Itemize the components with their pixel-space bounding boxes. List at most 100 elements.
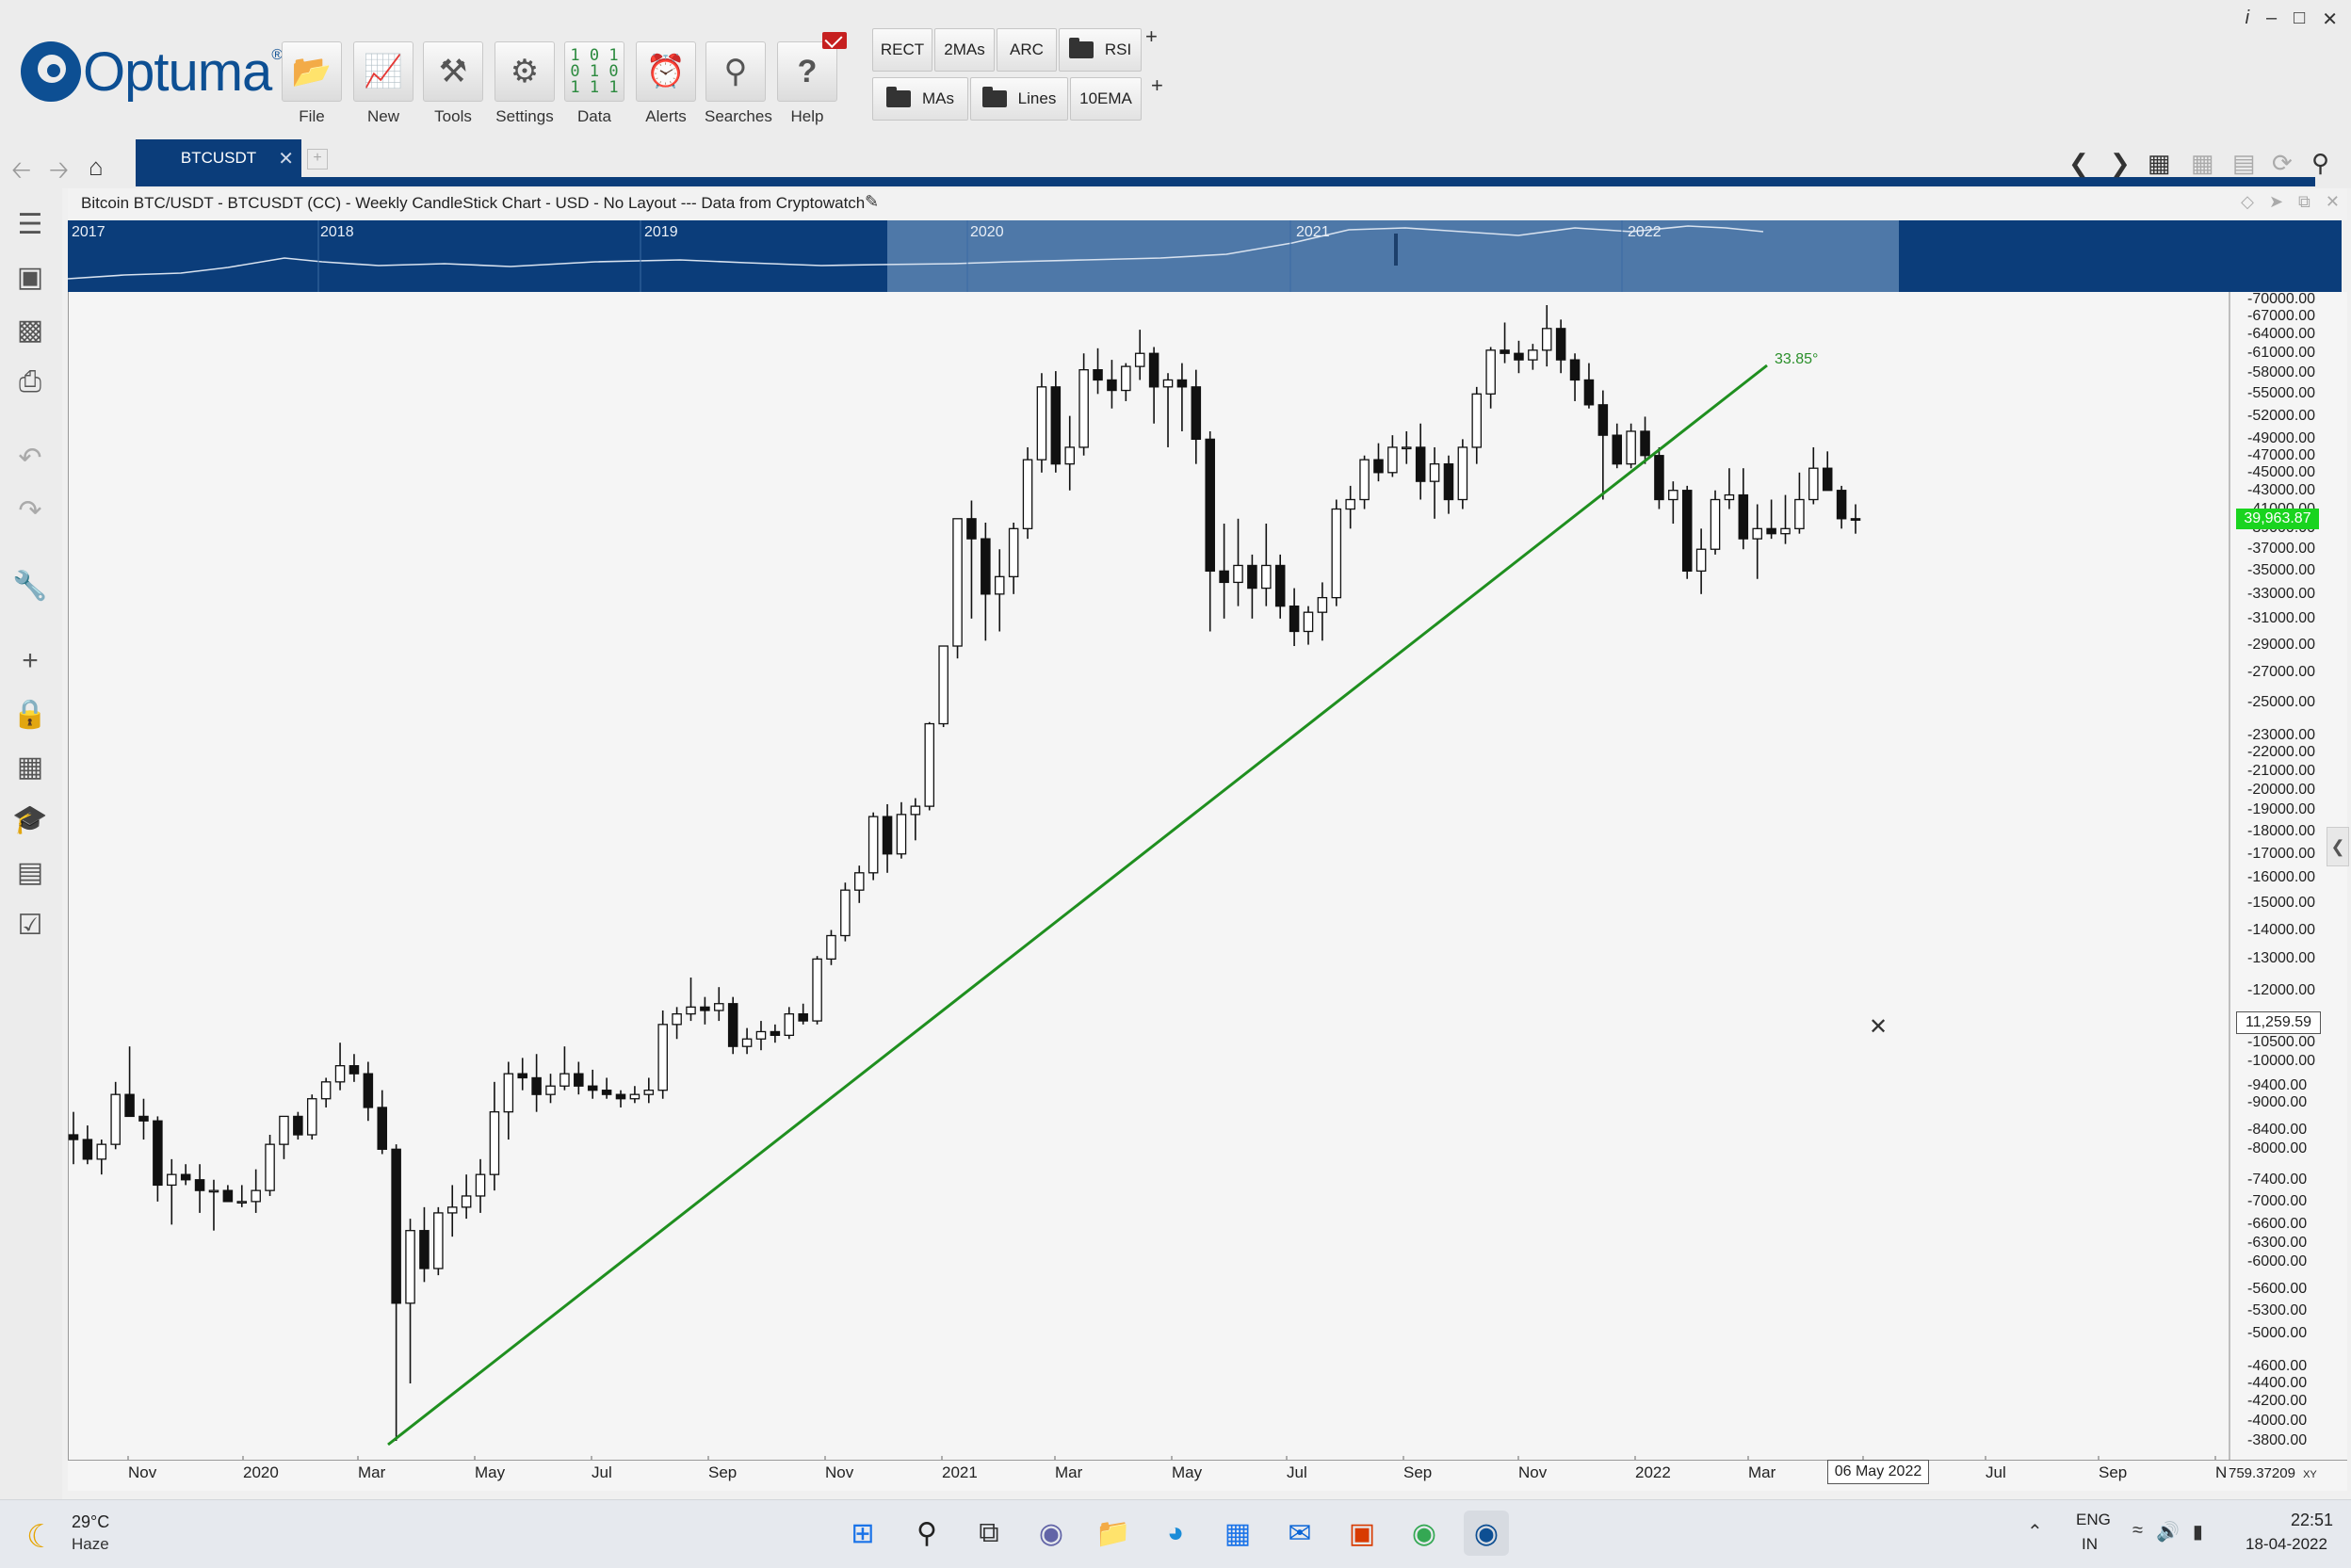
candle xyxy=(1738,468,1749,550)
checklist-icon[interactable]: ☑ xyxy=(9,904,51,946)
workspace-rsi-button[interactable]: RSI xyxy=(1059,28,1142,72)
candle xyxy=(306,1094,317,1140)
help-button[interactable]: ? Help xyxy=(776,41,838,130)
workspace-lines-label: Lines xyxy=(1017,89,1057,107)
searches-button[interactable]: ⚲ Searches xyxy=(705,41,772,130)
redo-icon[interactable]: ↷ xyxy=(9,490,51,531)
date-tick-label: 2020 xyxy=(243,1463,279,1481)
refresh-icon[interactable]: ⟳ xyxy=(2272,149,2293,178)
file-explorer-icon[interactable]: 📁 xyxy=(1091,1511,1136,1556)
candle-body-down xyxy=(180,1173,191,1181)
pages-icon[interactable]: ▤ xyxy=(2232,149,2256,178)
settings-button[interactable]: ⚙ Settings xyxy=(494,41,556,130)
notification-mail-icon[interactable] xyxy=(822,32,847,49)
restore-icon[interactable]: ⧉ xyxy=(2298,192,2310,212)
zoom-search-icon[interactable]: ⚲ xyxy=(2311,149,2329,178)
edge-browser-icon[interactable]: ◕ xyxy=(1153,1511,1198,1556)
candle xyxy=(1415,423,1426,500)
wifi-icon[interactable]: ≈ xyxy=(2132,1520,2143,1544)
candle xyxy=(1555,319,1566,374)
chevron-right-icon[interactable]: ❯ xyxy=(2110,149,2131,178)
candle-body-down xyxy=(1274,564,1286,607)
candle-body-down xyxy=(700,1006,710,1011)
folder-icon xyxy=(1068,38,1094,58)
grid-icon[interactable]: ▦ xyxy=(2191,149,2214,178)
workspace-mas-button[interactable]: MAs xyxy=(872,77,968,121)
moon-icon[interactable]: ☾ xyxy=(26,1518,55,1556)
windows-start-icon[interactable]: ⊞ xyxy=(840,1511,885,1556)
alerts-button[interactable]: ⏰ Alerts xyxy=(635,41,697,130)
candle xyxy=(96,1140,107,1175)
home-icon[interactable]: ⌂ xyxy=(89,153,104,182)
candle-body-up xyxy=(1331,508,1342,599)
plus-icon[interactable]: + xyxy=(9,640,51,682)
battery-icon[interactable]: ▮ xyxy=(2193,1520,2203,1544)
workspace-10ema-button[interactable]: 10EMA xyxy=(1070,77,1142,121)
candle xyxy=(1822,451,1833,492)
print-icon[interactable]: ⎙ xyxy=(9,362,51,403)
tray-overflow-icon[interactable]: ⌃ xyxy=(2027,1520,2043,1544)
save-icon[interactable]: ▩ xyxy=(9,309,51,350)
diamond-icon[interactable]: ◇ xyxy=(2241,192,2254,212)
candle-body-down xyxy=(1107,379,1117,392)
tools-button[interactable]: ⚒ Tools xyxy=(422,41,484,130)
candle-body-down xyxy=(1640,430,1650,457)
chevron-left-icon[interactable]: ❮ xyxy=(2068,149,2089,178)
minimize-button[interactable]: – xyxy=(2266,8,2277,31)
add-workspace-row1-button[interactable]: + xyxy=(1145,24,1158,49)
office-icon[interactable]: ▣ xyxy=(1339,1511,1385,1556)
clock-time[interactable]: 22:51 xyxy=(2291,1511,2333,1530)
chrome-icon[interactable]: ◉ xyxy=(1402,1511,1447,1556)
side-panel-toggle-icon[interactable]: ❮ xyxy=(2327,827,2349,866)
input-language[interactable]: ENG xyxy=(2076,1511,2111,1529)
undo-icon[interactable]: ↶ xyxy=(9,437,51,478)
xy-toggle[interactable]: XY xyxy=(2303,1469,2317,1480)
overview-handle[interactable] xyxy=(1394,234,1398,266)
teams-chat-icon[interactable]: ◉ xyxy=(1029,1511,1074,1556)
price-tick-label: -6000.00 xyxy=(2247,1253,2308,1269)
wrench-icon[interactable]: 🔧 xyxy=(9,565,51,606)
maximize-button[interactable]: □ xyxy=(2294,8,2305,31)
weather-condition[interactable]: Haze xyxy=(72,1535,109,1554)
price-tick-label: -13000.00 xyxy=(2247,950,2316,967)
notes-icon[interactable]: ▤ xyxy=(9,851,51,893)
workspace-rect-button[interactable]: RECT xyxy=(872,28,932,72)
data-button[interactable]: 1 0 1 0 1 0 1 1 1 Data xyxy=(563,41,625,130)
optuma-icon[interactable]: ◉ xyxy=(1464,1511,1509,1556)
tree-list-icon[interactable]: ☰ xyxy=(9,203,51,245)
chart-properties-icon[interactable]: ▣ xyxy=(9,256,51,298)
task-view-icon[interactable]: ⧉ xyxy=(966,1511,1012,1556)
edit-pencil-icon[interactable]: ✎ xyxy=(865,192,879,212)
info-button[interactable]: i xyxy=(2246,8,2249,31)
new-tab-button[interactable]: + xyxy=(307,149,328,170)
input-region[interactable]: IN xyxy=(2082,1535,2098,1554)
price-tick-label: -17000.00 xyxy=(2247,845,2316,862)
weather-temperature[interactable]: 29°C xyxy=(72,1512,109,1532)
volume-icon[interactable]: 🔊 xyxy=(2156,1520,2180,1544)
candle xyxy=(981,522,991,641)
workspace-2mas-button[interactable]: 2MAs xyxy=(934,28,995,72)
lock-icon[interactable]: 🔒 xyxy=(9,693,51,735)
tab-close-icon[interactable]: ✕ xyxy=(278,147,294,170)
clock-date[interactable]: 18-04-2022 xyxy=(2246,1535,2327,1554)
workspace-lines-button[interactable]: Lines xyxy=(970,77,1068,121)
search-icon[interactable]: ⚲ xyxy=(904,1511,949,1556)
close-button[interactable]: ✕ xyxy=(2322,8,2338,31)
store-icon[interactable]: ▦ xyxy=(1215,1511,1260,1556)
pin-icon[interactable]: ➤ xyxy=(2269,192,2283,212)
trend-line[interactable] xyxy=(387,364,1768,1447)
add-workspace-row2-button[interactable]: + xyxy=(1151,73,1163,98)
workspace-arc-button[interactable]: ARC xyxy=(997,28,1057,72)
scholar-icon[interactable]: 🎓 xyxy=(9,799,51,840)
candle-body-down xyxy=(1191,386,1202,441)
file-button[interactable]: 📂 File xyxy=(281,41,343,130)
candle xyxy=(320,1077,332,1107)
candle xyxy=(1457,439,1468,509)
chart-close-icon[interactable]: ✕ xyxy=(2326,192,2340,212)
mail-icon[interactable]: ✉ xyxy=(1277,1511,1322,1556)
new-button[interactable]: 📈 New xyxy=(352,41,414,130)
layout-icon[interactable]: ▦ xyxy=(2148,149,2171,178)
candle xyxy=(1443,455,1454,514)
tab-btcusdt[interactable]: BTCUSDT ✕ xyxy=(136,139,301,177)
crosshair-grid-icon[interactable]: ▦ xyxy=(9,746,51,787)
